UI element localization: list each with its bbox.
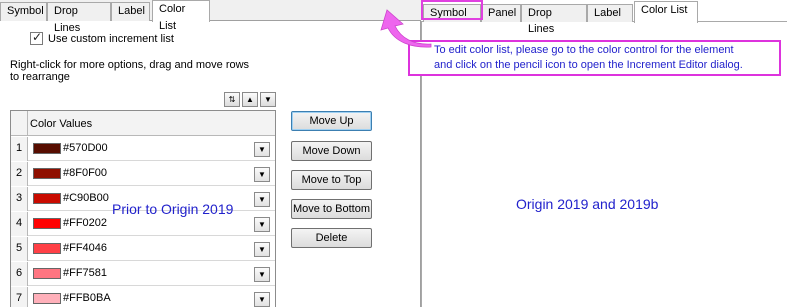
grid-corner [11, 111, 28, 136]
color-hex-value: #570D00 [63, 142, 108, 154]
rearrange-hint: Right-click for more options, drag and m… [10, 59, 250, 83]
row-number: 4 [11, 212, 28, 236]
chevron-down-icon: ▼ [258, 220, 266, 229]
chevron-down-icon: ▼ [258, 295, 266, 304]
tab-drop-lines[interactable]: Drop Lines [47, 2, 111, 34]
move-to-top-button[interactable]: Move to Top [291, 170, 372, 190]
color-dropdown-button[interactable]: ▼ [254, 167, 270, 182]
row-number: 7 [11, 287, 28, 307]
chevron-down-icon: ▼ [258, 245, 266, 254]
color-row[interactable]: 7 #FFB0BA ▼ [11, 287, 275, 307]
prior-tab-strip: Symbol Drop Lines Label Color List [0, 0, 421, 34]
row-number: 5 [11, 237, 28, 261]
callout-line-1: To edit color list, please go to the col… [434, 44, 734, 56]
move-up-button[interactable]: Move Up [291, 111, 372, 131]
tab-drop-lines-new[interactable]: Drop Lines [521, 4, 587, 35]
color-dropdown-button[interactable]: ▼ [254, 142, 270, 157]
color-swatch [33, 193, 61, 204]
new-tab-strip: Symbol Panel Drop Lines Label Color List [421, 0, 787, 35]
tab-color-list-new[interactable]: Color List [634, 1, 698, 23]
row-number: 3 [11, 187, 28, 211]
prior-dialog: Symbol Drop Lines Label Color List ✓ Use… [0, 0, 421, 307]
color-dropdown-button[interactable]: ▼ [254, 267, 270, 282]
color-hex-value: #FF7581 [63, 267, 108, 279]
scroll-up-button[interactable]: ▲ [242, 92, 258, 107]
tab-panel[interactable]: Panel [481, 4, 521, 22]
new-version-label: Origin 2019 and 2019b [516, 196, 659, 212]
chevron-down-icon: ▼ [258, 270, 266, 279]
chevron-down-icon: ▼ [258, 195, 266, 204]
tab-color-list[interactable]: Color List [152, 0, 210, 32]
color-dropdown-button[interactable]: ▼ [254, 192, 270, 207]
checkmark-icon: ✓ [32, 30, 43, 44]
callout-line-2: and click on the pencil icon to open the… [434, 59, 743, 71]
color-swatch [33, 168, 61, 179]
triangle-up-icon: ▲ [246, 95, 254, 104]
color-values-header: Color Values [30, 118, 93, 130]
row-number: 2 [11, 162, 28, 186]
chevron-down-icon: ▼ [258, 145, 266, 154]
color-row[interactable]: 2 #8F0F00 ▼ [11, 162, 275, 186]
move-to-bottom-button[interactable]: Move to Bottom [291, 199, 372, 219]
color-hex-value: #FFB0BA [63, 292, 111, 304]
row-number: 6 [11, 262, 28, 286]
color-swatch [33, 243, 61, 254]
tab-label-new[interactable]: Label [587, 4, 633, 22]
color-dropdown-button[interactable]: ▼ [254, 242, 270, 257]
move-down-button[interactable]: Move Down [291, 141, 372, 161]
triangle-down-icon: ▼ [264, 95, 272, 104]
color-row[interactable]: 6 #FF7581 ▼ [11, 262, 275, 286]
color-row[interactable]: 1 #570D00 ▼ [11, 137, 275, 161]
chevron-down-icon: ▼ [258, 170, 266, 179]
swap-arrows-icon: ⇅ [228, 95, 236, 104]
prior-version-label: Prior to Origin 2019 [112, 201, 234, 217]
row-number: 1 [11, 137, 28, 161]
swap-arrows-button[interactable]: ⇅ [224, 92, 240, 107]
color-dropdown-button[interactable]: ▼ [254, 217, 270, 232]
scroll-down-button[interactable]: ▼ [260, 92, 276, 107]
color-hex-value: #FF4046 [63, 242, 108, 254]
color-swatch [33, 143, 61, 154]
color-hex-value: #C90B00 [63, 192, 109, 204]
color-dropdown-button[interactable]: ▼ [254, 292, 270, 307]
color-swatch [33, 268, 61, 279]
custom-increment-option[interactable]: ✓ Use custom increment list [30, 30, 174, 46]
custom-increment-checkbox[interactable]: ✓ [30, 30, 43, 45]
color-hex-value: #FF0202 [63, 217, 108, 229]
grid-header: Color Values [11, 111, 275, 136]
pointer-arrow-icon [380, 9, 432, 48]
custom-increment-label: Use custom increment list [48, 32, 174, 45]
grid-toolbar: ⇅ ▲ ▼ [224, 92, 276, 107]
color-hex-value: #8F0F00 [63, 167, 108, 179]
tab-label[interactable]: Label [111, 2, 150, 21]
edit-color-list-callout: To edit color list, please go to the col… [408, 40, 781, 76]
color-row[interactable]: 5 #FF4046 ▼ [11, 237, 275, 261]
tab-symbol[interactable]: Symbol [0, 2, 47, 21]
color-swatch [33, 218, 61, 229]
color-swatch [33, 293, 61, 304]
delete-button[interactable]: Delete [291, 228, 372, 248]
